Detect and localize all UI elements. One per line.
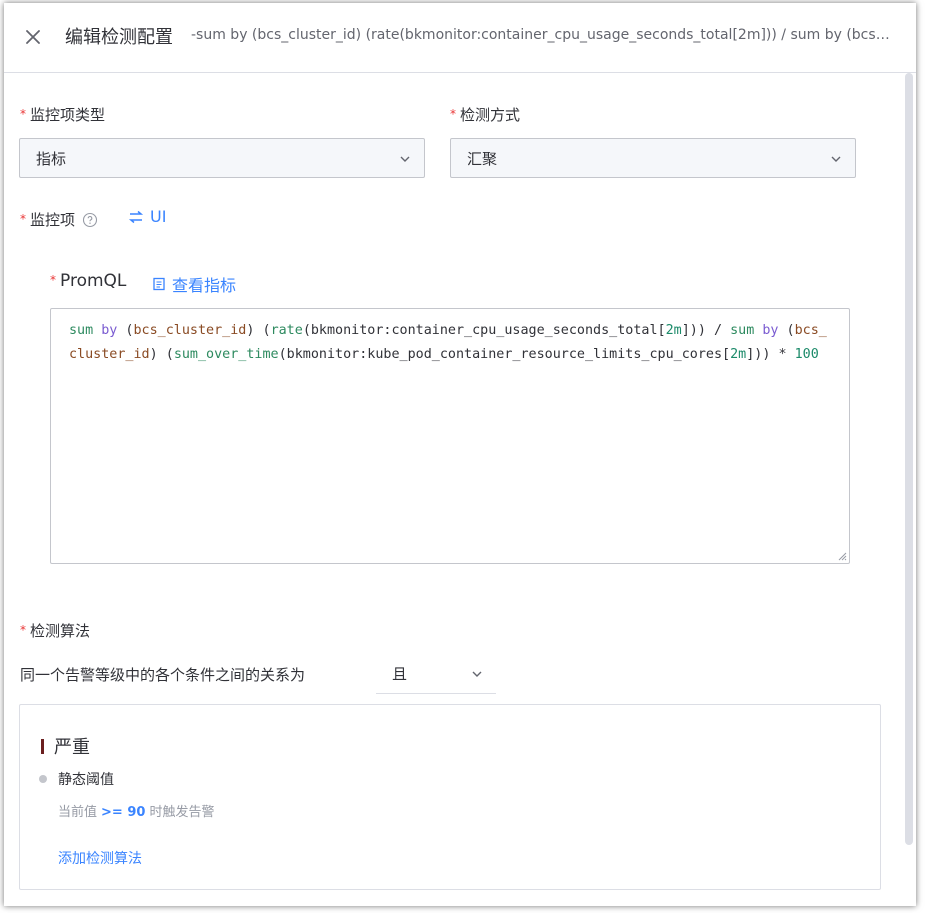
close-icon bbox=[26, 30, 40, 44]
view-metric-link[interactable]: 查看指标 bbox=[152, 272, 236, 296]
code-token: (bkmonitor:container_cpu_usage_seconds_t… bbox=[302, 323, 666, 338]
page-subtitle: -sum by (bcs_cluster_id) (rate(bkmonitor… bbox=[191, 27, 896, 43]
code-token: 2m bbox=[730, 347, 747, 362]
scrollbar[interactable] bbox=[905, 73, 913, 845]
code-token: by bbox=[101, 323, 118, 338]
required-mark: * bbox=[50, 273, 56, 287]
monitor-type-label: * 监控项类型 bbox=[20, 106, 106, 124]
promql-code: sum by (bcs_cluster_id) (rate(bkmonitor:… bbox=[69, 319, 831, 367]
view-metric-label: 查看指标 bbox=[172, 276, 237, 295]
code-token: ) ( bbox=[149, 347, 174, 362]
chevron-down-icon bbox=[472, 671, 482, 677]
relation-select[interactable]: 且 bbox=[376, 654, 496, 694]
close-button[interactable] bbox=[22, 26, 44, 48]
detect-algorithm-label: * 检测算法 bbox=[20, 622, 91, 640]
level-title: 严重 bbox=[54, 737, 90, 758]
level-indicator bbox=[41, 739, 44, 754]
code-token: sum_over_time bbox=[173, 347, 279, 362]
add-algorithm-link[interactable]: 添加检测算法 bbox=[58, 848, 142, 868]
required-mark: * bbox=[450, 107, 456, 121]
monitor-item-label: * 监控项 bbox=[20, 209, 98, 230]
code-token: sum bbox=[730, 323, 755, 338]
relation-value: 且 bbox=[392, 665, 408, 683]
algorithm-dot bbox=[39, 775, 47, 783]
code-token: (bkmonitor:kube_pod_container_resource_l… bbox=[278, 347, 731, 362]
help-icon[interactable] bbox=[82, 212, 98, 228]
required-mark: * bbox=[20, 107, 26, 121]
algorithm-name: 静态阈值 bbox=[58, 772, 114, 788]
code-token: 100 bbox=[794, 347, 819, 362]
document-icon bbox=[153, 277, 165, 291]
required-mark: * bbox=[20, 212, 26, 226]
promql-label: * PromQL bbox=[50, 271, 127, 291]
switch-ui-label: UI bbox=[150, 207, 167, 226]
code-token: sum bbox=[69, 323, 94, 338]
code-token: ( bbox=[117, 323, 134, 338]
code-token: 2m bbox=[665, 323, 682, 338]
threshold-operator: >= bbox=[101, 805, 123, 820]
monitor-type-value: 指标 bbox=[36, 149, 67, 168]
monitor-type-select[interactable]: 指标 bbox=[19, 138, 425, 178]
chevron-down-icon bbox=[400, 156, 410, 162]
code-token: ])) * bbox=[746, 347, 795, 362]
code-token: ) ( bbox=[246, 323, 271, 338]
code-token: ])) / bbox=[681, 323, 731, 338]
detect-config-panel: 编辑检测配置 -sum by (bcs_cluster_id) (rate(bk… bbox=[4, 3, 916, 906]
panel-header: 编辑检测配置 -sum by (bcs_cluster_id) (rate(bk… bbox=[4, 3, 916, 73]
page-title: 编辑检测配置 bbox=[65, 27, 173, 48]
resize-handle-icon[interactable] bbox=[837, 551, 847, 561]
code-token: rate bbox=[270, 323, 303, 338]
threshold-value: 90 bbox=[127, 805, 146, 820]
chevron-down-icon bbox=[831, 156, 841, 162]
algorithm-description: 当前值 >= 90 时触发告警 bbox=[58, 805, 215, 820]
code-token: by bbox=[762, 323, 779, 338]
required-mark: * bbox=[20, 623, 26, 637]
detect-method-select[interactable]: 汇聚 bbox=[450, 138, 856, 178]
detect-method-value: 汇聚 bbox=[467, 149, 498, 168]
detect-method-label: * 检测方式 bbox=[450, 106, 521, 124]
code-token: ( bbox=[778, 323, 795, 338]
code-token: bcs_cluster_id bbox=[133, 323, 247, 338]
switch-ui-button[interactable]: UI bbox=[128, 207, 166, 226]
relation-label: 同一个告警等级中的各个条件之间的关系为 bbox=[20, 666, 306, 684]
swap-icon bbox=[128, 210, 144, 223]
promql-editor[interactable]: sum by (bcs_cluster_id) (rate(bkmonitor:… bbox=[50, 308, 850, 564]
algorithm-card: 严重 静态阈值 当前值 >= 90 时触发告警 添加检测算法 bbox=[19, 704, 881, 890]
